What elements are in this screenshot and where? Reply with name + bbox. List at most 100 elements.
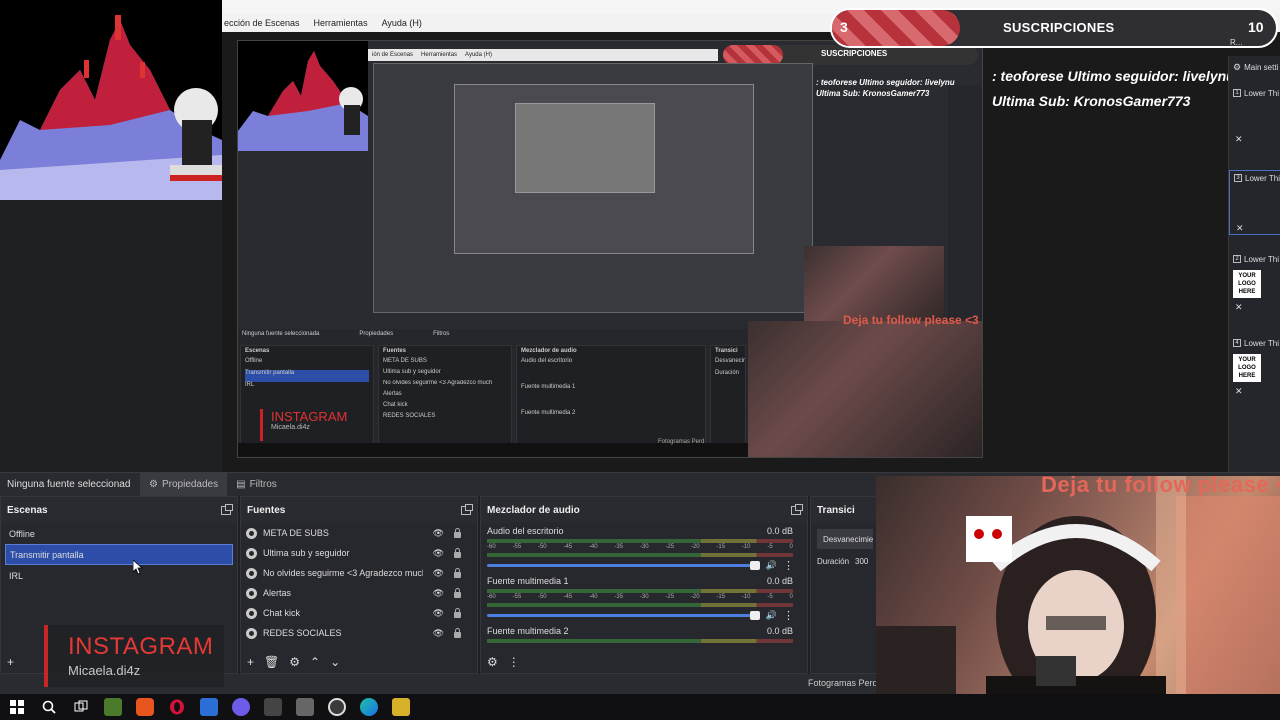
- mixer-controls: ⚙ ⋮: [487, 655, 520, 669]
- preview-canvas[interactable]: ión de Escenas Herramientas Ayuda (H) SU…: [237, 40, 983, 458]
- move-up-icon[interactable]: ⌃: [310, 655, 320, 669]
- nested-duration: Duración: [715, 370, 740, 376]
- lower-third-number: 1: [1233, 89, 1241, 97]
- close-icon[interactable]: ✕: [1229, 386, 1280, 397]
- source-item[interactable]: No olvides seguirme <3 Agradezco much 👁: [241, 563, 477, 583]
- add-source-icon[interactable]: +: [247, 655, 254, 669]
- last-follower-line: : teoforese Ultimo seguidor: livelynu: [992, 68, 1235, 84]
- menu-help[interactable]: Ayuda (H): [382, 18, 422, 28]
- dock-main-settings[interactable]: ⚙ Main setti: [1229, 60, 1280, 74]
- source-label: META DE SUBS: [263, 528, 329, 538]
- nested-right-dock: [948, 85, 982, 325]
- instagram-title: INSTAGRAM: [68, 633, 214, 660]
- mixer-channel-media2: Fuente multimedia 2 0.0 dB: [481, 624, 799, 646]
- more-options-icon[interactable]: ⋮: [508, 655, 520, 669]
- more-options-icon[interactable]: ⋮: [783, 609, 794, 622]
- close-icon[interactable]: ✕: [1229, 134, 1280, 145]
- calculator-icon[interactable]: [264, 698, 282, 716]
- channel-name: Fuente multimedia 2: [487, 626, 569, 636]
- move-down-icon[interactable]: ⌄: [330, 655, 340, 669]
- properties-label: Propiedades: [161, 479, 219, 490]
- volume-meter: [487, 553, 793, 557]
- lock-icon[interactable]: [454, 608, 461, 618]
- volume-slider[interactable]: [487, 610, 760, 620]
- mixer-title: Mezclador de audio: [487, 504, 580, 516]
- dock-lower-third-4[interactable]: 4 Lower Thi YOUR LOGO HERE ✕: [1229, 336, 1280, 397]
- add-scene-icon[interactable]: +: [7, 655, 14, 669]
- filters-label: Filtros: [249, 479, 277, 490]
- windows-start-icon[interactable]: [8, 698, 26, 716]
- lock-icon[interactable]: [454, 568, 461, 578]
- speaker-icon[interactable]: 🔊: [766, 560, 777, 571]
- search-icon[interactable]: [40, 698, 58, 716]
- visibility-eye-icon[interactable]: 👁: [433, 608, 444, 619]
- dock-lower-third-2[interactable]: 2 Lower Thi YOUR LOGO HERE ✕: [1229, 252, 1280, 313]
- transition-type-value: Desvanecimie: [823, 534, 874, 544]
- nested-source-item: REDES SOCIALES: [383, 413, 436, 419]
- visibility-eye-icon[interactable]: 👁: [433, 628, 444, 639]
- dock-lower-third-3[interactable]: 3 Lower Thi ✕: [1229, 170, 1280, 235]
- source-item[interactable]: META DE SUBS 👁: [241, 523, 477, 543]
- close-icon[interactable]: ✕: [1230, 223, 1280, 234]
- visibility-eye-icon[interactable]: 👁: [433, 548, 444, 559]
- volume-slider-handle[interactable]: [749, 610, 760, 620]
- filters-button[interactable]: ▤ Filtros: [227, 473, 286, 497]
- brave-icon[interactable]: [136, 698, 154, 716]
- opera-icon[interactable]: [168, 698, 186, 716]
- transition-type-select[interactable]: Desvanecimie: [817, 529, 873, 549]
- undock-icon[interactable]: [791, 503, 803, 515]
- volume-slider[interactable]: [487, 560, 760, 570]
- more-options-icon[interactable]: ⋮: [783, 559, 794, 572]
- lock-icon[interactable]: [454, 528, 461, 538]
- scene-item-transmitir-pantalla[interactable]: Transmitir pantalla: [5, 544, 233, 565]
- edge-icon[interactable]: [360, 698, 378, 716]
- undock-icon[interactable]: [461, 503, 473, 515]
- source-item[interactable]: Ultima sub y seguidor 👁: [241, 543, 477, 563]
- nested-scenes-title: Escenas: [245, 348, 270, 354]
- visibility-eye-icon[interactable]: 👁: [433, 568, 444, 579]
- scene-item-irl[interactable]: IRL: [1, 565, 237, 586]
- close-icon[interactable]: ✕: [1229, 302, 1280, 313]
- lock-icon[interactable]: [454, 628, 461, 638]
- obs-icon[interactable]: [328, 698, 346, 716]
- dock-search-label[interactable]: R...: [1230, 38, 1242, 47]
- duration-input[interactable]: 300: [855, 557, 868, 566]
- speaker-icon[interactable]: 🔊: [766, 610, 777, 621]
- nested-mixer-title: Mezclador de audio: [521, 348, 577, 354]
- nested-menu-item: Herramientas: [421, 52, 458, 58]
- menu-tools[interactable]: Herramientas: [314, 18, 368, 28]
- mixer-channel-desktop: Audio del escritorio 0.0 dB -60 -55 -50 -45-…: [481, 524, 799, 574]
- minecraft-icon[interactable]: [104, 698, 122, 716]
- source-item[interactable]: REDES SOCIALES 👁: [241, 623, 477, 643]
- properties-button[interactable]: ⚙ Propiedades: [140, 472, 228, 497]
- gear-icon[interactable]: ⚙: [289, 655, 300, 669]
- streamlabs-icon[interactable]: [392, 698, 410, 716]
- source-type-icon: [246, 607, 257, 619]
- volume-slider-handle[interactable]: [749, 560, 760, 570]
- mouse-cursor-icon: [133, 560, 143, 574]
- subscription-label: SUSCRIPCIONES: [1003, 20, 1115, 35]
- visibility-eye-icon[interactable]: 👁: [433, 528, 444, 539]
- advanced-audio-gear-icon[interactable]: ⚙: [487, 655, 498, 669]
- nested-sub-bar: SUSCRIPCIONES: [723, 45, 978, 65]
- scene-item-offline[interactable]: Offline: [1, 523, 237, 544]
- instagram-overlay: INSTAGRAM Micaela.di4z: [44, 625, 224, 687]
- task-view-icon[interactable]: [72, 698, 90, 716]
- source-type-icon: [246, 527, 257, 539]
- visibility-eye-icon[interactable]: 👁: [433, 588, 444, 599]
- app2-icon[interactable]: [296, 698, 314, 716]
- app-icon[interactable]: [200, 698, 218, 716]
- trash-icon[interactable]: 🗑: [264, 655, 279, 669]
- source-item[interactable]: Alertas 👁: [241, 583, 477, 603]
- logo-placeholder: YOUR LOGO HERE: [1233, 354, 1261, 382]
- channel-db: 0.0 dB: [766, 576, 793, 586]
- discord-icon[interactable]: [232, 698, 250, 716]
- source-item[interactable]: Chat kick 👁: [241, 603, 477, 623]
- undock-icon[interactable]: [221, 503, 233, 515]
- menu-scene-collection[interactable]: ección de Escenas: [224, 18, 300, 28]
- dock-lower-third-1[interactable]: 1 Lower Thi ✕: [1229, 86, 1280, 145]
- lock-icon[interactable]: [454, 588, 461, 598]
- nested-no-source: Ninguna fuente seleccionada: [242, 331, 320, 337]
- duration-label: Duración: [817, 557, 850, 566]
- lock-icon[interactable]: [454, 548, 461, 558]
